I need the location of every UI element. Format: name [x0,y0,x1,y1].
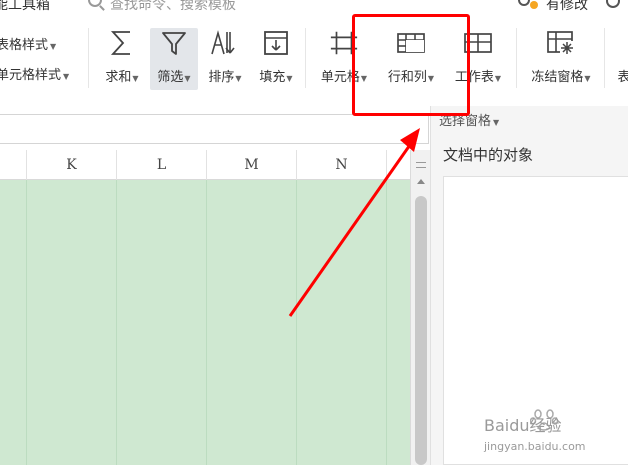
gridline [296,180,297,465]
changed-status[interactable]: 有修改 [546,0,588,14]
fill-label: 填充 [259,70,286,85]
smart-toolbox-link[interactable]: 能工具箱 [0,0,50,14]
ribbon-separator [305,28,306,88]
sum-button[interactable]: 求和▼ [100,28,144,90]
chevron-down-icon: ▼ [493,118,500,127]
gridline [116,180,117,465]
watermark-url: jingyan.baidu.com [484,440,586,453]
split-grip-icon[interactable] [416,162,426,168]
filter-icon [159,28,189,58]
cell-grid-selection[interactable] [0,180,410,465]
sync-icon [518,0,530,6]
ribbon-separator [604,28,605,88]
share-icon[interactable] [606,0,620,8]
chevron-down-icon: ▼ [184,74,191,83]
scroll-thumb[interactable] [415,196,427,465]
sort-button[interactable]: 排序▼ [204,28,246,90]
highlight-box [352,14,470,116]
command-search-input[interactable]: 查找命令、搜索模板 [110,0,236,14]
chevron-down-icon: ▼ [494,74,502,83]
filter-button[interactable]: 筛选▼ [150,28,198,90]
freeze-panes-icon [546,28,576,58]
ribbon-toolbar: 表格样式 ▼ 单元格样式 ▼ 求和▼ 筛选▼ 排序▼ 填充▼ 单元格▼ 行和列▼… [0,18,628,106]
chevron-down-icon: ▼ [132,74,139,83]
sum-icon [107,28,137,58]
formula-bar-input[interactable] [0,114,429,144]
gridline [26,180,27,465]
baidu-watermark: Baidu经验 jingyan.baidu.com [484,406,624,462]
pane-title: 文档中的对象 [443,146,534,164]
column-header-k[interactable]: K [26,150,116,180]
table-style-button[interactable]: 表格样式 ▼ [0,34,56,53]
gridline [206,180,207,465]
freeze-panes-label: 冻结窗格 [531,70,584,85]
chevron-down-icon: ▼ [584,74,591,83]
filter-label: 筛选 [157,70,184,85]
sum-label: 求和 [105,70,132,85]
gridline [386,180,387,465]
cell-style-button[interactable]: 单元格样式 ▼ [0,64,69,83]
chevron-down-icon: ▼ [63,72,70,81]
cell-style-label: 单元格样式 [0,68,62,83]
table-style-label: 表格样式 [0,38,49,53]
vertical-scrollbar[interactable] [410,150,430,465]
column-header-n[interactable]: N [296,150,386,180]
watermark-brand: Baidu经验 [484,416,562,435]
chevron-down-icon: ▼ [235,74,242,83]
chevron-down-icon: ▼ [50,42,57,51]
selection-pane-label: 选择窗格 [439,114,492,129]
search-icon[interactable] [88,0,102,7]
chevron-down-icon: ▼ [286,74,293,83]
column-header-partial[interactable] [386,150,410,180]
ribbon-separator [88,28,89,88]
freeze-panes-button[interactable]: 冻结窗格▼ [526,28,596,90]
unsaved-indicator-dot [530,1,538,9]
column-header-row: K L M N [0,150,410,180]
sort-icon [210,28,240,58]
sort-label: 排序 [208,70,235,85]
column-header-m[interactable]: M [206,150,296,180]
table-icon [609,28,628,58]
top-bar: 能工具箱 查找命令、搜索模板 有修改 [0,0,628,18]
fill-button[interactable]: 填充▼ [254,28,298,90]
column-header-l[interactable]: L [116,150,206,180]
table-label: 表 [617,70,628,85]
table-button[interactable]: 表 [614,28,628,90]
fill-icon [261,28,291,58]
scroll-up-arrow-icon[interactable] [417,179,425,184]
ribbon-separator [516,28,517,88]
